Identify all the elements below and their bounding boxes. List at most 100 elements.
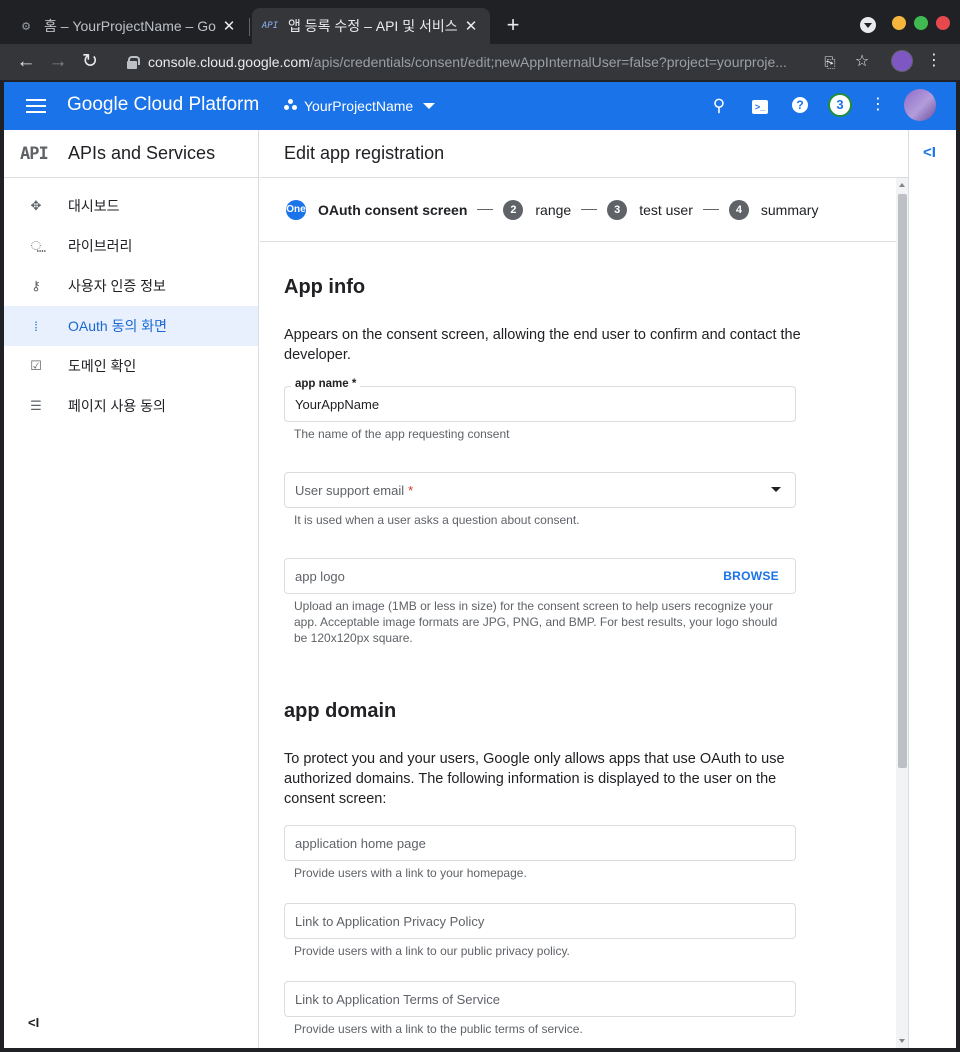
dropdown-arrow-icon [771, 487, 781, 492]
home-page-placeholder: application home page [295, 835, 426, 851]
close-window-button[interactable] [936, 16, 950, 30]
collapse-sidebar-icon[interactable]: <I [28, 1015, 39, 1030]
cloud-shell-icon[interactable]: >_ [748, 94, 772, 118]
close-icon[interactable]: ✕ [462, 17, 480, 35]
brand-name[interactable]: Google Cloud Platform [67, 94, 259, 116]
close-icon[interactable]: ✕ [220, 17, 238, 35]
forward-arrow-icon[interactable]: → [46, 50, 70, 74]
app-name-label: app name * [291, 378, 361, 390]
privacy-policy-hint: Provide users with a link to our public … [294, 944, 570, 958]
step-number: One [286, 199, 306, 220]
minimize-window-button[interactable] [892, 16, 906, 30]
reload-icon[interactable]: ↻ [78, 50, 102, 74]
tab-title: 홈 – YourProjectName – Go [44, 18, 216, 34]
step-number: 3 [607, 199, 628, 220]
app-registration-form: App info Appears on the consent screen, … [260, 242, 801, 1037]
app-logo-field[interactable]: app logo BROWSE [284, 558, 796, 594]
step-range[interactable]: 2 range [503, 199, 571, 220]
sidebar-item-credentials[interactable]: ⚷ 사용자 인증 정보 [4, 266, 258, 306]
step-summary[interactable]: 4 summary [728, 199, 819, 220]
scrollbar[interactable] [896, 178, 908, 1048]
page-title: Edit app registration [260, 130, 908, 178]
step-divider [581, 209, 598, 210]
browser-toolbar: ← → ↻ console.cloud.google.com/apis/cred… [0, 44, 960, 80]
sidebar-header: API APIs and Services [4, 130, 258, 178]
sidebar-item-label: 사용자 인증 정보 [68, 278, 166, 294]
sidebar-item-library[interactable]: ⵿ 라이브러리 [4, 226, 258, 266]
content-panel: Edit app registration One OAuth consent … [260, 130, 908, 1048]
dashboard-icon: ✥ [30, 198, 42, 213]
page-settings-icon: ☰ [30, 398, 42, 413]
key-icon: ⚷ [31, 278, 41, 293]
sidebar-nav: ✥ 대시보드 ⵿ 라이브러리 ⚷ 사용자 인증 정보 ⁞ OAuth 동의 화면… [4, 178, 258, 426]
maximize-window-button[interactable] [914, 16, 928, 30]
domain-check-icon: ☑ [30, 358, 42, 373]
sidebar-item-label: 대시보드 [68, 198, 120, 214]
app-logo-placeholder: app logo [295, 568, 345, 584]
step-divider [702, 209, 719, 210]
lock-icon [126, 56, 140, 69]
app-domain-heading: app domain [284, 700, 397, 722]
sidebar-item-oauth-consent[interactable]: ⁞ OAuth 동의 화면 [4, 306, 258, 346]
browse-button[interactable]: BROWSE [723, 569, 779, 583]
project-picker[interactable]: YourProjectName [284, 94, 436, 118]
search-icon[interactable]: ⚲ [707, 94, 731, 118]
step-divider [477, 209, 494, 210]
new-tab-button[interactable]: + [500, 12, 526, 38]
bookmark-star-icon[interactable]: ☆ [852, 52, 872, 72]
step-oauth-consent[interactable]: One OAuth consent screen [286, 199, 468, 220]
back-arrow-icon[interactable]: ← [14, 50, 38, 74]
app-domain-description: To protect you and your users, Google on… [284, 751, 785, 807]
sidebar-item-label: 라이브러리 [68, 238, 133, 254]
browser-menu-icon[interactable]: ⋮ [926, 52, 942, 72]
app-info-description: Appears on the consent screen, allowing … [284, 327, 801, 363]
app-logo-hint: Upload an image (1MB or less in size) fo… [294, 599, 778, 645]
terms-placeholder: Link to Application Terms of Service [295, 991, 500, 1007]
privacy-policy-input[interactable]: Link to Application Privacy Policy [284, 903, 796, 939]
right-rail: <I [908, 130, 956, 1048]
home-page-input[interactable]: application home page [284, 825, 796, 861]
sidebar-item-dashboard[interactable]: ✥ 대시보드 [4, 186, 258, 226]
browser-tab-edit-app[interactable]: API 앱 등록 수정 – API 및 서비스 ✕ [252, 8, 490, 44]
stepper: One OAuth consent screen 2 range 3 test … [260, 178, 908, 242]
gcp-header: Google Cloud Platform YourProjectName ⚲ … [4, 82, 956, 130]
step-label: test user [639, 201, 693, 218]
step-test-user[interactable]: 3 test user [607, 199, 693, 220]
app-name-field[interactable]: app name * YourAppName [284, 378, 796, 422]
scroll-down-arrow-icon[interactable] [899, 1039, 905, 1043]
support-email-hint: It is used when a user asks a question a… [294, 513, 580, 527]
notifications-badge[interactable]: 3 [828, 93, 852, 117]
browser-tab-home[interactable]: ⚙ 홈 – YourProjectName – Go ✕ [8, 8, 248, 44]
api-logo: API [20, 143, 49, 164]
project-name: YourProjectName [304, 98, 414, 114]
sidebar-item-domain-verification[interactable]: ☑ 도메인 확인 [4, 346, 258, 386]
more-options-icon[interactable]: ⋮ [870, 94, 886, 118]
scroll-up-arrow-icon[interactable] [899, 183, 905, 187]
scroll-area: One OAuth consent screen 2 range 3 test … [260, 178, 908, 1048]
sidebar: API APIs and Services ✥ 대시보드 ⵿ 라이브러리 ⚷ 사… [4, 130, 259, 1048]
help-icon[interactable]: ? [792, 97, 808, 113]
expand-panel-icon[interactable]: <I [923, 144, 936, 161]
terms-of-service-input[interactable]: Link to Application Terms of Service [284, 981, 796, 1017]
menu-icon[interactable] [26, 97, 46, 115]
avatar[interactable] [904, 89, 936, 121]
step-label: OAuth consent screen [318, 201, 468, 218]
sidebar-item-label: OAuth 동의 화면 [68, 318, 167, 334]
step-number: 2 [503, 199, 524, 220]
address-bar[interactable]: console.cloud.google.com/apis/credential… [112, 48, 812, 76]
sidebar-item-page-usage-agreement[interactable]: ☰ 페이지 사용 동의 [4, 386, 258, 426]
home-page-hint: Provide users with a link to your homepa… [294, 866, 527, 880]
url-host: console.cloud.google.com [148, 54, 310, 70]
api-icon: API [261, 21, 279, 31]
translate-icon[interactable]: ⎘ [820, 52, 840, 72]
app-info-heading: App info [284, 276, 366, 298]
step-label: summary [760, 201, 819, 218]
chevron-down-icon [423, 103, 436, 109]
scrollbar-thumb[interactable] [898, 194, 907, 768]
step-number: 4 [728, 199, 749, 220]
user-support-email-select[interactable]: User support email * [284, 472, 796, 508]
browser-profile-avatar[interactable] [891, 50, 913, 72]
tab-search-icon[interactable] [860, 17, 876, 33]
main-area: API APIs and Services ✥ 대시보드 ⵿ 라이브러리 ⚷ 사… [4, 130, 956, 1048]
privacy-policy-placeholder: Link to Application Privacy Policy [295, 913, 485, 929]
